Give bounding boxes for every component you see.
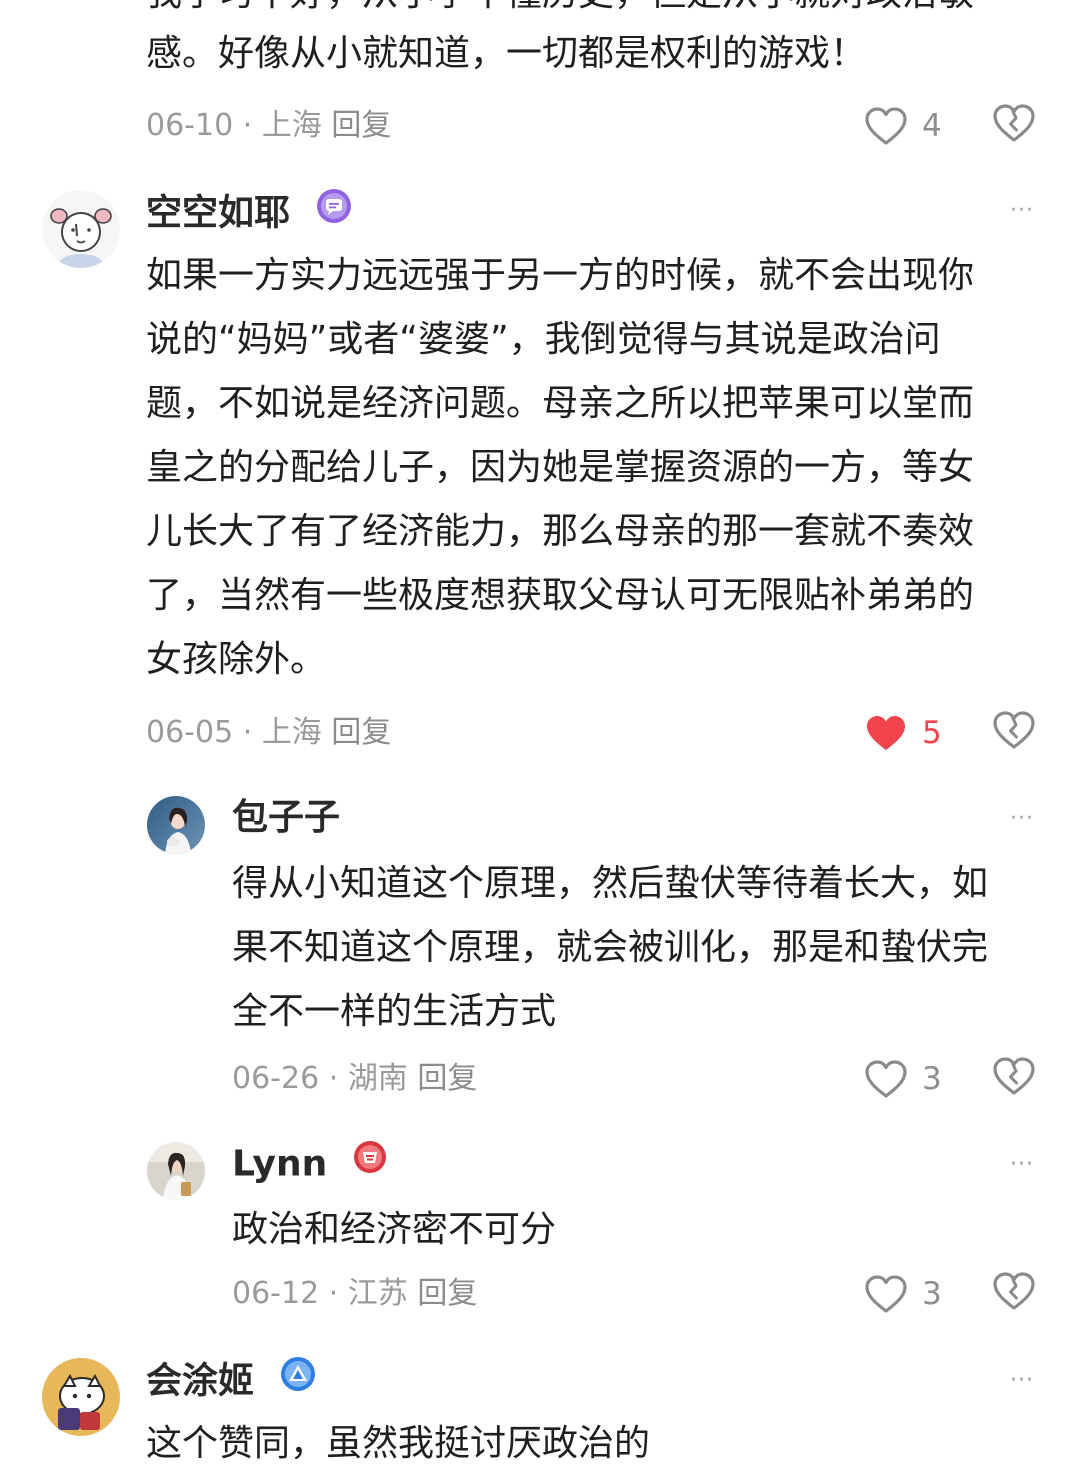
username-text[interactable]: Lynn — [232, 1144, 327, 1185]
more-button[interactable]: ··· — [1010, 196, 1034, 226]
like-button[interactable]: 3 — [864, 1270, 946, 1318]
comment-date: 06-05 — [146, 715, 234, 750]
username-text[interactable]: 空空如耶 — [146, 193, 290, 234]
comment-date: 06-12 — [232, 1276, 320, 1311]
username[interactable]: Lynn — [232, 1139, 388, 1189]
text-line: 皇之的分配给儿子，因为她是掌握资源的一方，等女 — [146, 447, 975, 488]
like-count: 3 — [922, 1276, 942, 1312]
comment-meta: 06-10 · 上海 回复 — [146, 108, 392, 143]
text-line: 了，当然有一些极度想获取父母认可无限贴补弟弟的 — [146, 575, 975, 616]
text-line: 如果一方实力远远强于另一方的时候，就不会出现你 — [146, 255, 975, 296]
reply-text: 政治和经济密不可分 — [232, 1209, 557, 1250]
dislike-heart-icon — [993, 711, 1035, 749]
text-line: 果不知道这个原理，就会被训化，那是和蛰伏完 — [232, 927, 989, 968]
comment-date: 06-26 — [232, 1061, 320, 1096]
text-line: 儿长大了有了经济能力，那么母亲的那一套就不奏效 — [146, 511, 975, 552]
dislike-button[interactable] — [992, 1270, 1040, 1318]
reply-button[interactable]: 回复 — [417, 1061, 477, 1096]
comment-meta: 06-26 · 湖南 回复 — [232, 1061, 478, 1096]
avatar[interactable] — [42, 1358, 120, 1436]
dislike-heart-icon — [993, 104, 1035, 142]
reply-item: 包子子 ··· 得从小知道这个原理，然后蛰伏等待着长大，如 果不知道这个原理，就… — [0, 790, 1080, 1110]
text-line: 题，不如说是经济问题。母亲之所以把苹果可以堂而 — [146, 383, 975, 424]
reply-button[interactable]: 回复 — [417, 1276, 477, 1311]
username[interactable]: 空空如耶 — [146, 187, 353, 239]
avatar[interactable] — [147, 1142, 205, 1200]
avatar[interactable] — [42, 190, 120, 268]
like-count: 5 — [922, 715, 942, 751]
dislike-button[interactable] — [992, 1055, 1040, 1103]
avatar[interactable] — [147, 796, 205, 854]
like-count: 4 — [922, 108, 942, 144]
reply-item: Lynn ··· 政治和经济密不可分 06-12 · 江苏 回复 3 — [0, 1136, 1080, 1336]
comment-meta: 06-12 · 江苏 回复 — [232, 1276, 478, 1311]
comment-location: 上海 — [261, 108, 322, 143]
comment-location: 湖南 — [347, 1061, 408, 1096]
dislike-heart-icon — [993, 1057, 1035, 1095]
heart-outline-icon — [865, 1275, 907, 1313]
dislike-button[interactable] — [992, 709, 1040, 757]
text-line: 说的“妈妈”或者“婆婆”，我倒觉得与其说是政治问 — [146, 319, 941, 360]
text-line: 得从小知道这个原理，然后蛰伏等待着长大，如 — [232, 863, 989, 904]
reply-button[interactable]: 回复 — [331, 108, 391, 143]
like-button[interactable]: 4 — [864, 102, 946, 150]
comment-meta: 06-05 · 上海 回复 — [146, 715, 392, 750]
comment-text-line-cut: 这个赞同，虽然我挺讨厌政治的 — [146, 1423, 651, 1464]
blue-triangle-badge-icon — [279, 1355, 317, 1404]
comment-date: 06-10 — [146, 108, 234, 143]
cartoon-avatar-icon — [42, 190, 120, 268]
heart-outline-icon — [865, 107, 907, 145]
username-text[interactable]: 会涂姬 — [146, 1361, 254, 1402]
username[interactable]: 包子子 — [232, 796, 340, 840]
photo-avatar-icon — [147, 1142, 205, 1200]
comment-top: 我学习不好，从小学不懂历史，但是从小就对政治敏 感。好像从小就知道，一切都是权利… — [0, 0, 1080, 170]
red-rank-badge-icon — [352, 1139, 388, 1186]
comment-item: 空空如耶 ··· 如果一方实力远远强于另一方的时候，就不会出现你 说的“妈妈”或… — [0, 180, 1080, 780]
more-button[interactable]: ··· — [1010, 804, 1034, 834]
more-button[interactable]: ··· — [1010, 1150, 1034, 1180]
dislike-heart-icon — [993, 1272, 1035, 1310]
text-line: 全不一样的生活方式 — [232, 991, 557, 1032]
heart-filled-icon — [867, 716, 905, 750]
more-button[interactable]: ··· — [1010, 1366, 1034, 1396]
like-button[interactable]: 3 — [864, 1055, 946, 1103]
text-line: 女孩除外。 — [146, 639, 327, 680]
like-button[interactable]: 5 — [864, 709, 946, 757]
photo-avatar-icon — [147, 796, 205, 854]
comment-location: 上海 — [261, 715, 322, 750]
comment-location: 江苏 — [347, 1276, 408, 1311]
username[interactable]: 会涂姬 — [146, 1355, 317, 1407]
chat-badge-icon — [315, 187, 353, 236]
heart-outline-icon — [865, 1060, 907, 1098]
comment-text: 感。好像从小就知道，一切都是权利的游戏！ — [146, 33, 867, 74]
username-text[interactable]: 包子子 — [232, 797, 340, 838]
reply-button[interactable]: 回复 — [331, 715, 391, 750]
cartoon-avatar-icon — [42, 1358, 120, 1436]
comment-item: 会涂姬 ··· 这个赞同，虽然我挺讨厌政治的 — [0, 1352, 1080, 1464]
like-count: 3 — [922, 1061, 942, 1097]
dislike-button[interactable] — [992, 102, 1040, 150]
